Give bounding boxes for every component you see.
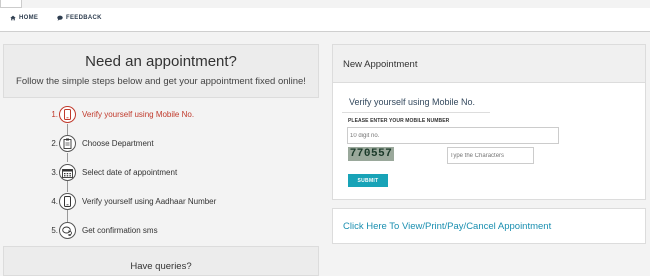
nav-home[interactable]: HOME <box>10 15 38 21</box>
step-2: 2. Choose Department <box>48 135 154 152</box>
step-connector <box>67 153 68 162</box>
step-number: 2. <box>51 139 58 148</box>
manage-appointment-panel: Click Here To View/Print/Pay/Cancel Appo… <box>332 208 646 244</box>
step-3: 3. Select date of appointment <box>48 164 177 181</box>
step-connector <box>67 210 68 222</box>
mobile-icon <box>59 106 76 123</box>
clipboard-icon <box>59 135 76 152</box>
intro-title: Need an appointment? <box>85 53 237 70</box>
queries-title: Have queries? <box>130 261 192 272</box>
nav-feedback[interactable]: FEEDBACK <box>57 15 102 21</box>
step-4: 4. Verify yourself using Aadhaar Number <box>48 193 216 210</box>
nav-home-label: HOME <box>19 15 39 21</box>
panel-title: New Appointment <box>333 45 645 83</box>
appointment-intro: Need an appointment? Follow the simple s… <box>3 44 319 98</box>
step-5: 5. Get confirmation sms <box>48 222 158 239</box>
captcha-image: 770557 <box>348 147 394 161</box>
step-number: 1. <box>51 110 58 119</box>
manage-appointment-link[interactable]: Click Here To View/Print/Pay/Cancel Appo… <box>343 221 551 232</box>
step-label: Choose Department <box>82 139 154 148</box>
step-label: Verify yourself using Mobile No. <box>82 110 195 119</box>
step-number: 3. <box>51 168 58 177</box>
verify-mobile-title: Verify yourself using Mobile No. <box>342 93 490 113</box>
queries-box: Have queries? <box>3 246 319 276</box>
home-icon <box>10 15 16 21</box>
step-connector <box>67 181 68 192</box>
mobile-icon <box>59 193 76 210</box>
step-number: 4. <box>51 197 58 206</box>
intro-subtitle: Follow the simple steps below and get yo… <box>16 76 306 87</box>
top-tab-stub <box>0 0 22 8</box>
mobile-number-label: PLEASE ENTER YOUR MOBILE NUMBER <box>348 118 450 124</box>
nav-feedback-label: FEEDBACK <box>66 15 102 21</box>
step-1: 1. Verify yourself using Mobile No. <box>48 106 194 123</box>
step-label: Verify yourself using Aadhaar Number <box>82 197 217 206</box>
step-number: 5. <box>51 226 58 235</box>
chat-bubble-icon <box>57 15 63 21</box>
calendar-icon <box>59 164 76 181</box>
top-navbar: HOME FEEDBACK <box>0 8 650 32</box>
captcha-input[interactable] <box>447 147 534 164</box>
step-label: Select date of appointment <box>82 168 178 177</box>
chat-icon <box>59 222 76 239</box>
mobile-number-input[interactable] <box>347 127 559 144</box>
step-label: Get confirmation sms <box>82 226 158 235</box>
submit-button[interactable]: SUBMIT <box>348 174 388 187</box>
